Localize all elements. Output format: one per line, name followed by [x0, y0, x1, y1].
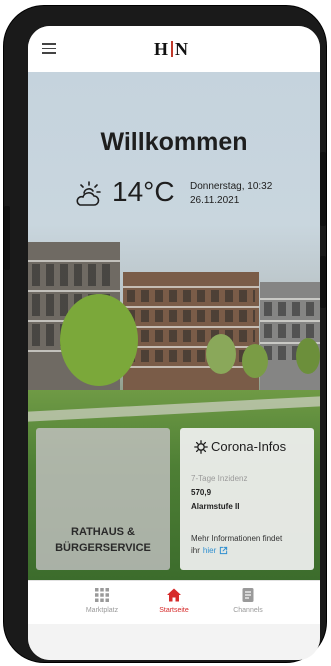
grid-icon: [95, 588, 109, 602]
side-button: [320, 256, 326, 308]
building-right: [260, 282, 320, 392]
rathaus-card-title: RATHAUS & BÜRGERSERVICE: [36, 524, 170, 556]
hero-section: Willkommen 14°C Donnerstag, 10:32 26.11.…: [28, 72, 320, 580]
tree: [206, 334, 236, 374]
logo-divider: [171, 41, 174, 57]
date-time: Donnerstag, 10:32: [190, 181, 273, 192]
building-middle: [123, 272, 259, 390]
date: 26.11.2021: [190, 195, 240, 206]
tree: [296, 338, 320, 374]
nav-item-marktplatz[interactable]: Marktplatz: [62, 587, 142, 614]
nav-label: Marktplatz: [85, 607, 119, 614]
alarm-level: Alarmstufe II: [191, 502, 240, 511]
hamburger-menu-icon[interactable]: [42, 43, 56, 54]
home-icon: [167, 588, 181, 602]
nav-item-channels[interactable]: Channels: [208, 587, 288, 614]
app-logo[interactable]: H N: [154, 36, 189, 62]
logo-letter-n: N: [175, 38, 190, 59]
logo-letter-h: H: [154, 38, 170, 59]
nav-item-startseite[interactable]: Startseite: [134, 587, 214, 614]
volume-button: [4, 206, 10, 270]
external-link-icon[interactable]: [219, 546, 228, 555]
incidence-value: 570,9: [191, 488, 212, 497]
corona-info-card[interactable]: Corona-Infos 7-Tage Inzidenz 570,9 Alarm…: [180, 428, 314, 570]
nav-label: Startseite: [159, 607, 189, 614]
system-home-area: [28, 624, 320, 660]
welcome-heading: Willkommen: [100, 128, 248, 156]
sun-cloud-icon: [76, 181, 101, 206]
incidence-label: 7-Tage Inzidenz: [191, 474, 248, 483]
rathaus-card-title-line2: BÜRGERSERVICE: [55, 542, 151, 554]
app-screen: H N Willkommen 14°C Donnerstag, 10:32 26…: [28, 26, 320, 660]
rathaus-card-title-line1: RATHAUS &: [71, 526, 135, 538]
more-info-text: Mehr Informationen findet: [191, 534, 283, 543]
corona-card-title: Corona-Infos: [211, 439, 287, 454]
document-icon: [242, 588, 254, 602]
tree: [242, 344, 268, 378]
rathaus-card[interactable]: RATHAUS & BÜRGERSERVICE: [36, 428, 170, 570]
more-info-link[interactable]: hier: [203, 546, 216, 555]
more-info-line: ihr hier: [191, 546, 228, 555]
nav-label: Channels: [233, 607, 263, 614]
top-app-bar: H N: [28, 26, 320, 72]
bottom-navigation: Marktplatz Startseite Channels: [28, 580, 320, 624]
more-info-prefix: ihr: [191, 546, 200, 555]
tree: [60, 294, 138, 386]
virus-icon: [194, 440, 208, 454]
power-button: [320, 152, 326, 226]
temperature-value: 14°C: [112, 176, 175, 207]
phone-frame: H N Willkommen 14°C Donnerstag, 10:32 26…: [4, 6, 326, 662]
